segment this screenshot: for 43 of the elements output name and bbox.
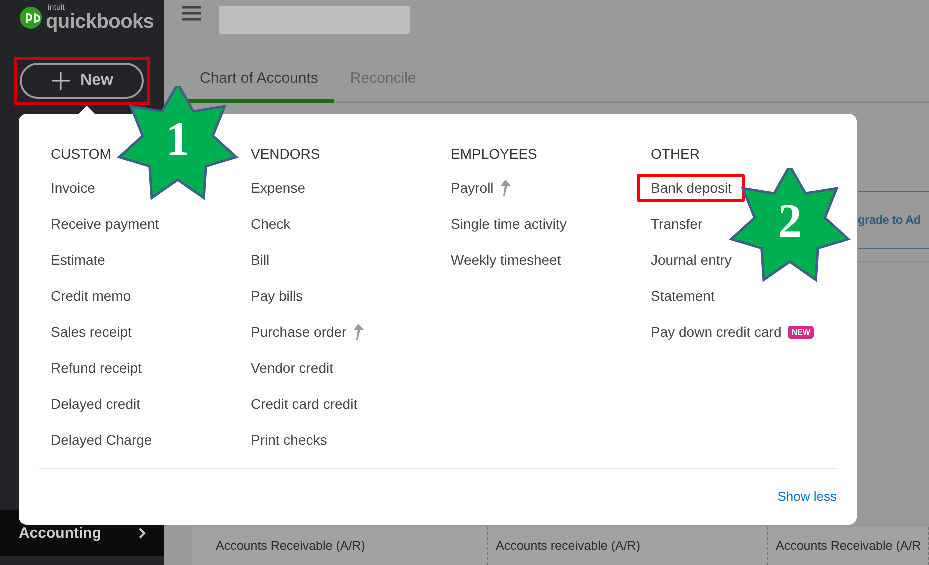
logo-brand: intuit — [48, 4, 66, 12]
menu-item[interactable]: Credit memo — [37, 282, 142, 310]
menu-item[interactable]: Journal entry — [637, 246, 742, 274]
menu-item[interactable]: Bank deposit — [637, 174, 745, 202]
menu-heading: EMPLOYEES — [451, 146, 538, 164]
upgrade-arrow-icon — [352, 324, 364, 340]
plus-icon — [50, 71, 71, 91]
table-cell: Accounts Receivable (A/R — [768, 527, 929, 565]
menu-item[interactable]: Refund receipt — [37, 354, 152, 382]
menu-item[interactable]: Receive payment — [37, 210, 170, 238]
show-less-link[interactable]: Show less — [778, 489, 837, 504]
menu-item[interactable]: Pay bills — [237, 282, 314, 310]
upgrade-arrow-icon — [500, 180, 511, 196]
logo-icon — [20, 7, 42, 29]
chevron-icon — [139, 528, 146, 538]
menu-item[interactable]: Estimate — [37, 246, 116, 274]
menu-item[interactable]: Invoice — [37, 174, 106, 202]
table-cell: Accounts receivable (A/R) — [488, 527, 768, 565]
menu-item[interactable]: Weekly timesheet — [437, 246, 572, 274]
menu-item[interactable]: Delayed credit — [37, 390, 150, 418]
new-badge: NEW — [788, 326, 814, 338]
menu-item[interactable]: Single time activity — [437, 210, 577, 238]
menu-item[interactable]: Credit card credit — [237, 390, 368, 418]
menu-heading: CUSTOM — [51, 146, 112, 164]
menu-item[interactable]: Print checks — [237, 426, 338, 454]
menu-item[interactable]: Payroll — [437, 174, 521, 202]
menu-heading: VENDORS — [251, 146, 320, 164]
menu-item[interactable]: Statement — [637, 282, 725, 310]
menu-item[interactable]: Purchase order — [237, 318, 374, 346]
menu-item[interactable]: Pay down credit card NEW — [637, 318, 824, 346]
search-field[interactable] — [219, 6, 410, 34]
table-cell: Accounts Receivable (A/R) — [192, 527, 488, 565]
menu-item[interactable]: Bill — [237, 246, 280, 274]
menu-item[interactable]: Expense — [237, 174, 316, 202]
menu-icon[interactable] — [182, 6, 201, 21]
menu-item[interactable]: Vendor credit — [237, 354, 344, 382]
menu-heading: OTHER — [651, 146, 700, 164]
new-button[interactable]: New — [20, 63, 144, 99]
logo-text: quickbooks — [46, 12, 154, 32]
menu-item[interactable]: Transfer — [637, 210, 713, 238]
menu-item[interactable]: Sales receipt — [37, 318, 142, 346]
menu-item[interactable]: Delayed Charge — [37, 426, 162, 454]
menu-item[interactable]: Check — [237, 210, 301, 238]
